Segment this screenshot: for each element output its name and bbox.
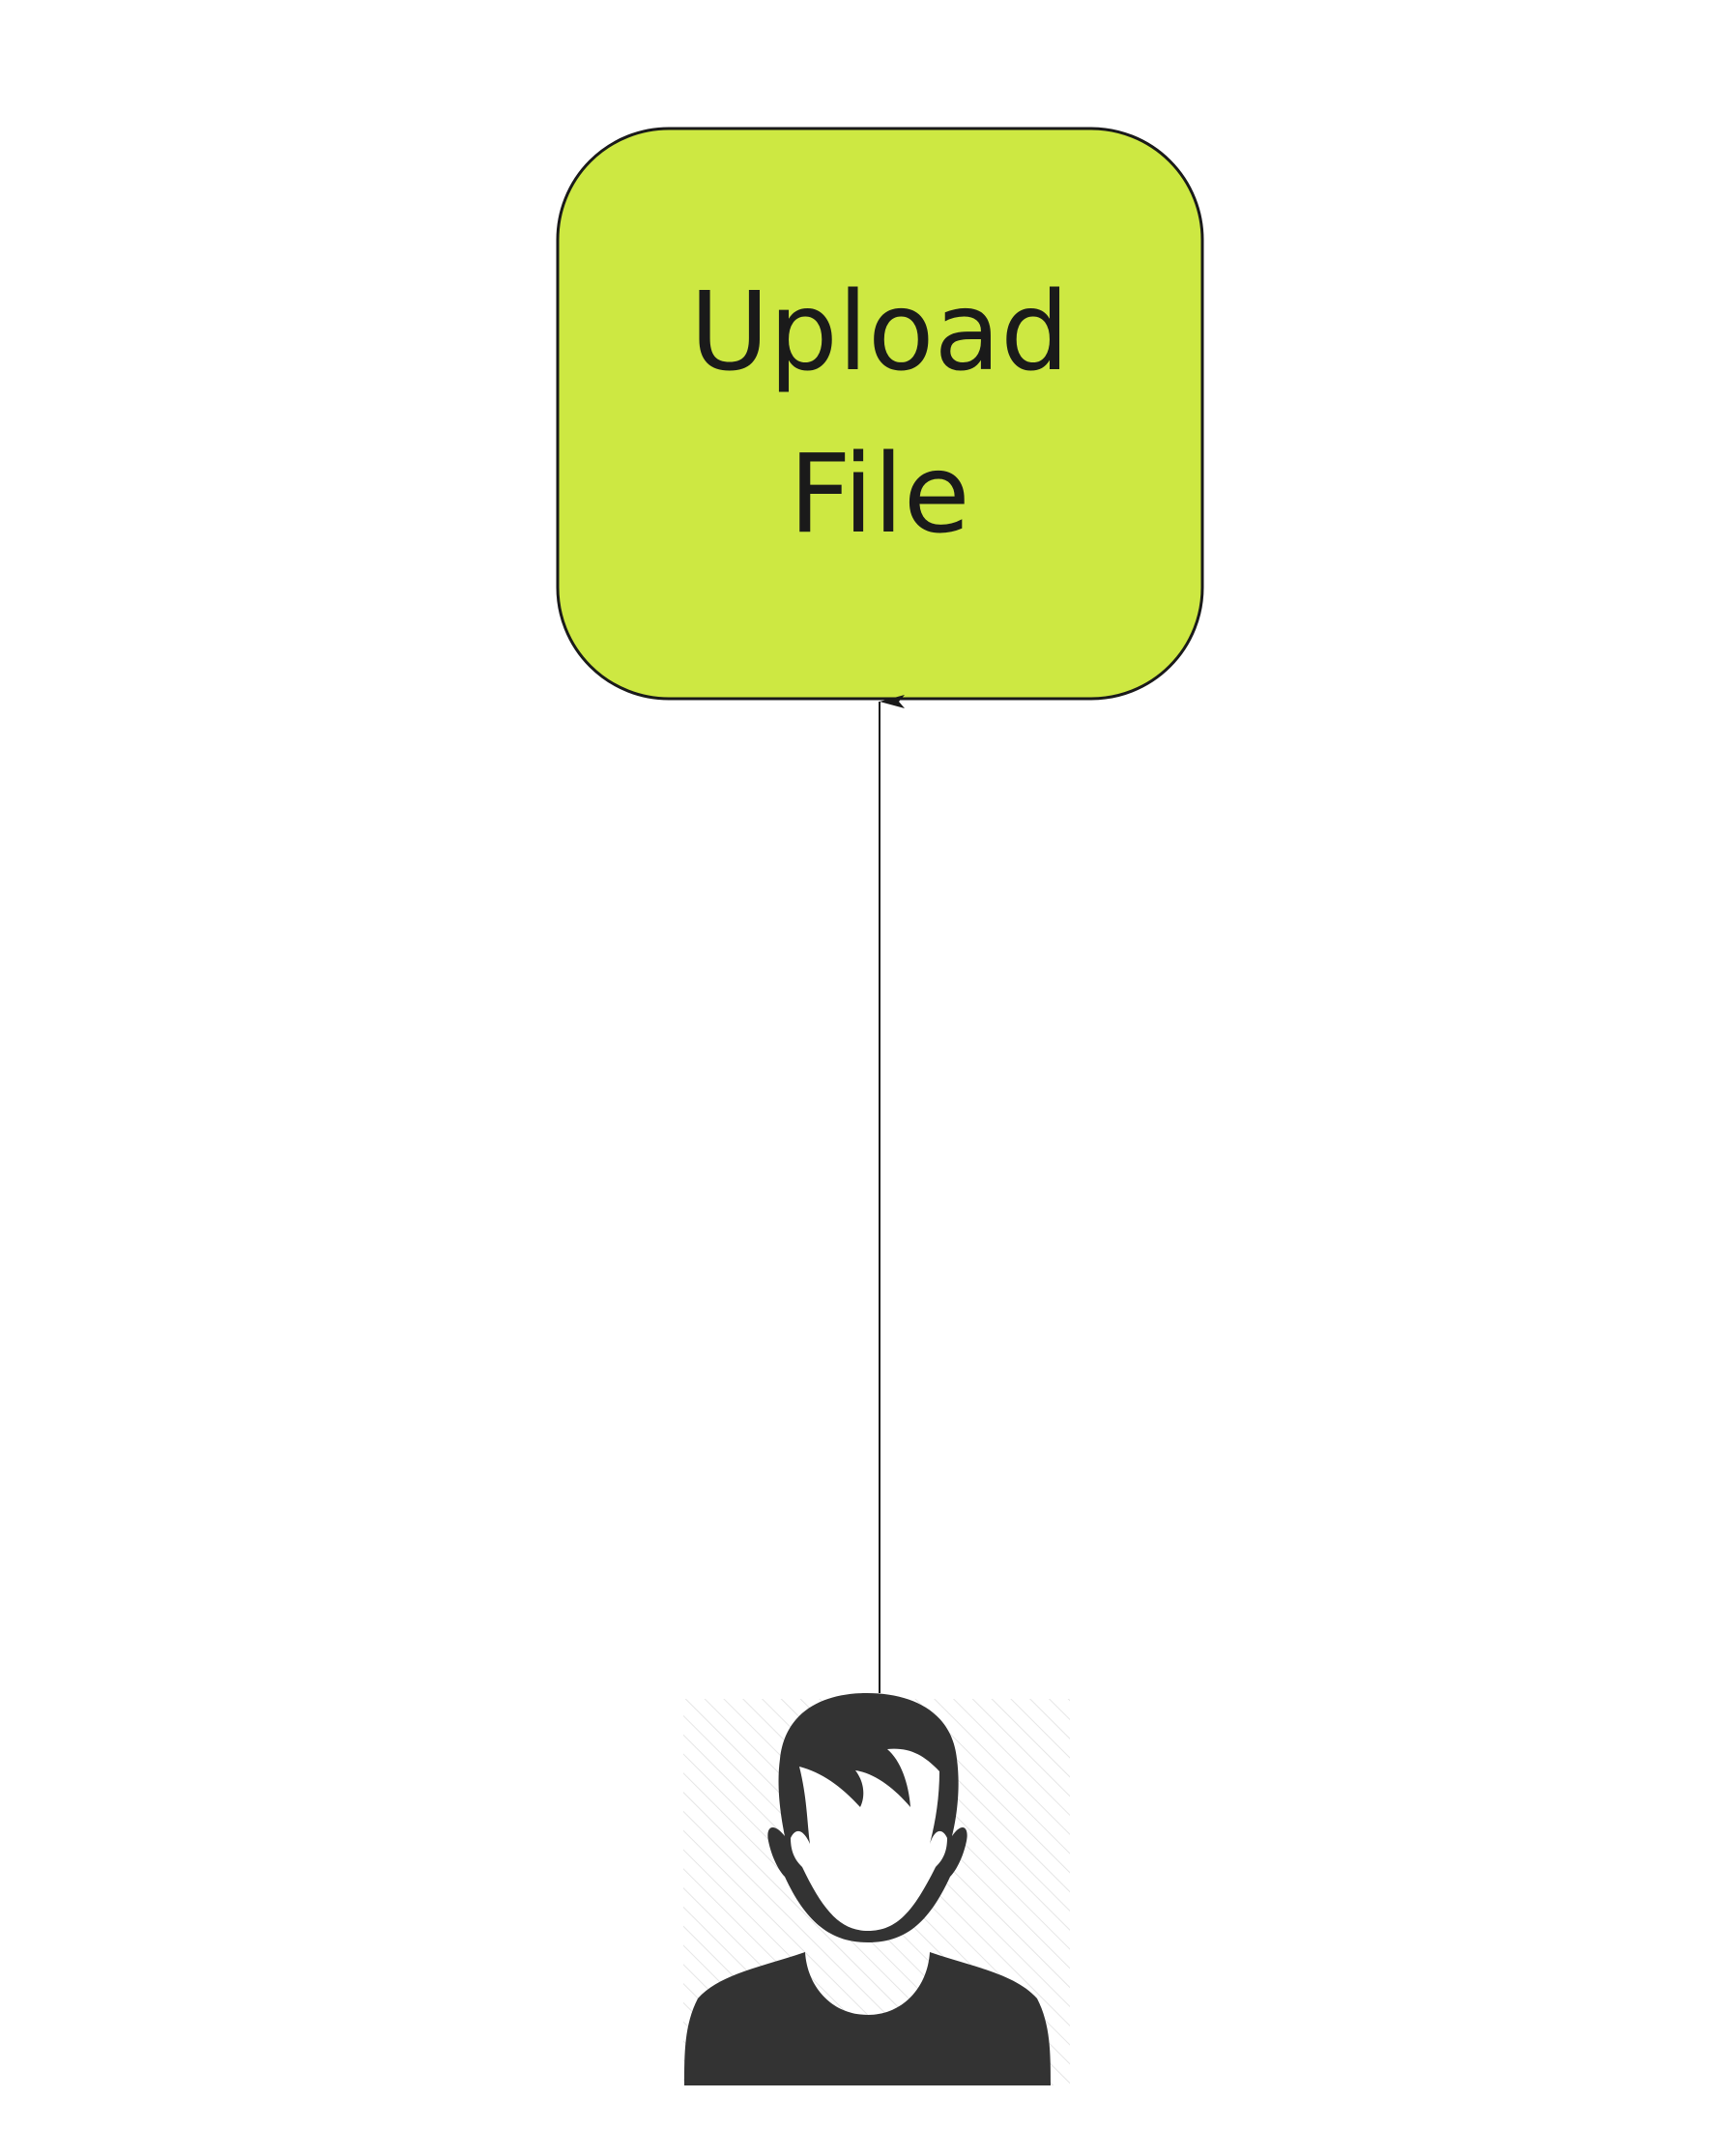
upload-file-label-line-1: Upload [690, 270, 1069, 395]
upload-file-label-line-2: File [789, 432, 969, 558]
user-avatar-icon[interactable] [683, 1693, 1070, 2085]
upload-file-node[interactable]: Upload File [556, 127, 1204, 701]
upload-file-box [556, 127, 1204, 701]
diagram-canvas: Upload File [556, 127, 1204, 2085]
